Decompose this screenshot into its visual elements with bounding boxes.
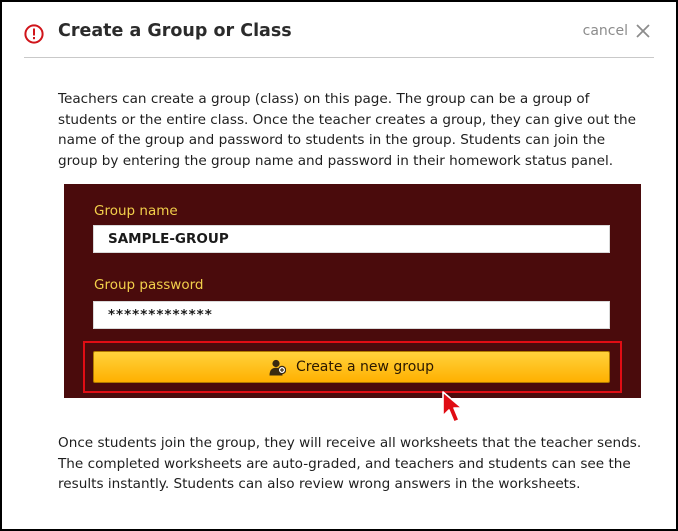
group-name-label: Group name (94, 203, 178, 219)
group-form-panel: Group name Group password Create a new g… (64, 184, 641, 398)
cancel-button[interactable]: cancel (583, 23, 650, 39)
dialog-header: Create a Group or Class cancel (2, 2, 676, 60)
create-new-group-button[interactable]: Create a new group (93, 351, 610, 383)
group-name-input[interactable] (93, 225, 610, 253)
intro-text: Teachers can create a group (class) on t… (58, 91, 636, 169)
cursor-arrow-icon (442, 391, 463, 423)
outro-line: Once students join the group, they will … (58, 435, 642, 451)
create-group-dialog: Create a Group or Class cancel Teachers … (0, 0, 678, 531)
close-x-icon[interactable] (636, 24, 650, 38)
dialog-title: Create a Group or Class (58, 21, 292, 41)
cancel-label: cancel (582, 23, 628, 39)
group-password-input[interactable] (93, 301, 610, 329)
outro-line: The completed worksheets are auto-graded… (58, 455, 631, 493)
info-circle-icon (24, 24, 44, 44)
create-button-label: Create a new group (295, 359, 435, 375)
outro-text: Once students join the group, they will … (58, 433, 658, 495)
group-password-label: Group password (94, 277, 204, 293)
user-add-icon (269, 359, 286, 375)
header-divider (24, 57, 654, 58)
